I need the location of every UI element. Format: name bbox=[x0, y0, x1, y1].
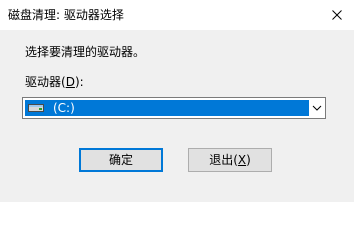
selected-drive: (C:) bbox=[25, 100, 309, 116]
drive-icon bbox=[28, 104, 44, 112]
close-icon bbox=[332, 10, 342, 20]
exit-label-prefix: 退出( bbox=[209, 153, 238, 167]
exit-button[interactable]: 退出(X) bbox=[188, 148, 272, 172]
dialog-body: 选择要清理的驱动器。 驱动器(D): (C:) 确定 退出(X) bbox=[0, 30, 354, 202]
ok-button[interactable]: 确定 bbox=[79, 148, 163, 172]
exit-label-mnemonic: X bbox=[237, 153, 247, 167]
drive-select[interactable]: (C:) bbox=[22, 97, 326, 119]
chevron-down-icon[interactable] bbox=[312, 103, 322, 113]
title-bar: 磁盘清理: 驱动器选择 bbox=[0, 0, 354, 30]
drive-label: 驱动器(D): bbox=[25, 74, 84, 90]
drive-label-mnemonic: D bbox=[65, 75, 75, 89]
drive-label-suffix: ): bbox=[74, 75, 84, 89]
window-title: 磁盘清理: 驱动器选择 bbox=[8, 8, 124, 22]
drive-label-prefix: 驱动器( bbox=[25, 75, 66, 89]
close-button[interactable] bbox=[320, 0, 354, 30]
disk-cleanup-window: 磁盘清理: 驱动器选择 选择要清理的驱动器。 驱动器(D): (C:) 确定 退… bbox=[0, 0, 354, 202]
prompt-text: 选择要清理的驱动器。 bbox=[25, 45, 146, 59]
exit-label-suffix: ) bbox=[246, 153, 251, 167]
selected-drive-text: (C:) bbox=[53, 101, 75, 115]
